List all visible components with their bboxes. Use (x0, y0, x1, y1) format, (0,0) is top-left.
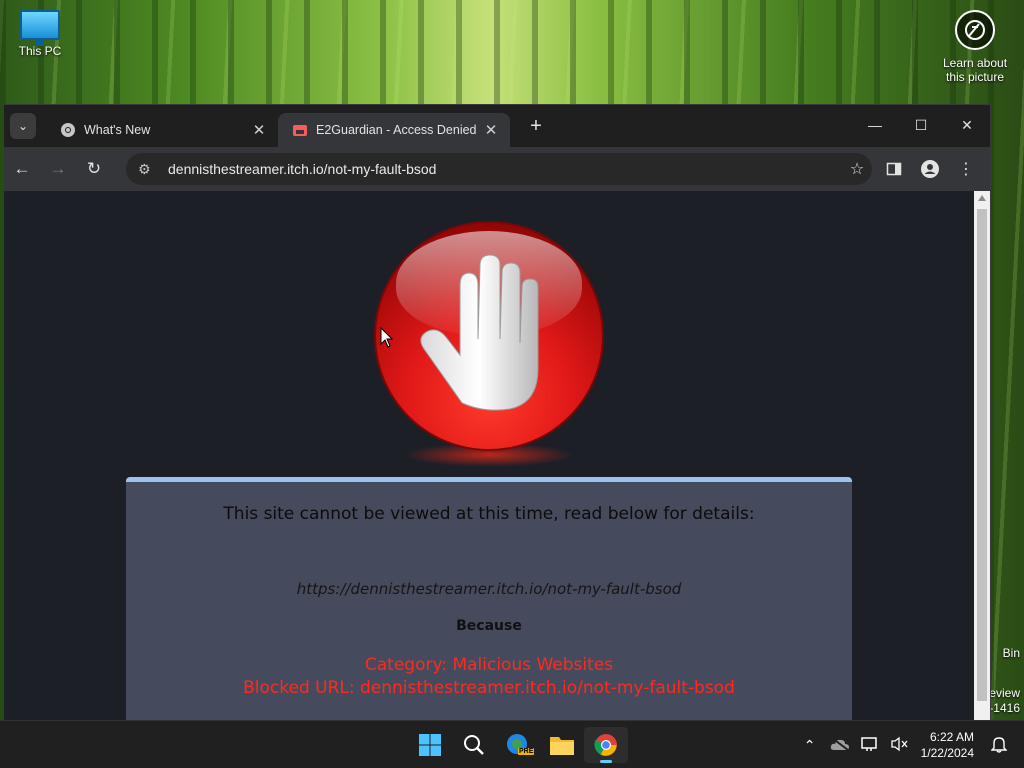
edge-beta-icon[interactable]: PRE (496, 727, 540, 763)
menu-kebab-icon[interactable]: ⋮ (948, 151, 984, 187)
learn-about-picture[interactable]: Learn about this picture (940, 10, 1010, 84)
vertical-scrollbar[interactable] (974, 191, 990, 721)
windows-start-icon[interactable] (408, 727, 452, 763)
profile-icon[interactable] (912, 151, 948, 187)
this-pc-desktop-icon[interactable]: This PC (12, 10, 68, 58)
blocked-full-url: https://dennisthestreamer.itch.io/not-my… (296, 580, 682, 598)
watermark-peek-1: eview (989, 686, 1020, 700)
chrome-icon (61, 123, 75, 137)
stop-hand-graphic (374, 223, 604, 473)
denied-heading: This site cannot be viewed at this time,… (223, 504, 755, 524)
browser-toolbar: ← → ↻ ⚙ dennisthestreamer.itch.io/not-my… (4, 147, 990, 191)
scroll-thumb[interactable] (977, 209, 987, 701)
learn-label-1: Learn about (942, 56, 1008, 70)
back-button[interactable]: ← (4, 151, 40, 187)
forward-button[interactable]: → (40, 151, 76, 187)
network-icon[interactable] (855, 736, 885, 755)
chevron-down-icon: ⌄ (17, 119, 29, 133)
tab-title: What's New (84, 123, 151, 137)
clock-time: 6:22 AM (929, 730, 974, 744)
clock-date: 1/22/2024 (920, 746, 974, 760)
denied-message-panel: This site cannot be viewed at this time,… (126, 477, 852, 721)
tab-whats-new[interactable]: What's New ✕ (46, 113, 278, 147)
bookmark-star-icon[interactable]: ☆ (842, 159, 872, 179)
watermark-peek-2: -1416 (989, 701, 1020, 715)
tab-access-denied[interactable]: E2Guardian - Access Denied ✕ (278, 113, 510, 147)
show-hidden-icons-chevron-icon[interactable]: ⌃ (795, 737, 825, 754)
category-line: Category: Malicious Websites (364, 655, 614, 675)
page-content: This site cannot be viewed at this time,… (4, 191, 974, 721)
browser-window: ⌄ What's New ✕ E2Guardian - Access Denie… (3, 104, 991, 721)
clock[interactable]: 6:22 AM 1/22/2024 (921, 729, 974, 761)
scroll-up-arrow-icon[interactable] (978, 195, 986, 201)
tab-strip: ⌄ What's New ✕ E2Guardian - Access Denie… (4, 105, 990, 147)
notification-bell-icon[interactable] (984, 735, 1014, 756)
side-panel-icon[interactable] (876, 151, 912, 187)
file-explorer-icon[interactable] (540, 727, 584, 763)
because-label: Because (456, 618, 522, 634)
close-tab-icon[interactable]: ✕ (250, 121, 268, 139)
edge-badge: PRE (518, 748, 535, 755)
new-tab-button[interactable]: + (524, 115, 548, 138)
tab-title: E2Guardian - Access Denied (316, 123, 477, 137)
hand-icon (420, 254, 539, 411)
minimize-button[interactable]: — (852, 105, 898, 145)
recycle-bin-peek: Bin (1002, 646, 1020, 660)
onedrive-icon[interactable] (825, 736, 855, 754)
itchio-icon (293, 125, 307, 136)
blocked-url-line: Blocked URL: dennisthestreamer.itch.io/n… (243, 678, 735, 698)
volume-muted-icon[interactable] (885, 736, 915, 755)
monitor-icon (20, 10, 60, 46)
tab-search-button[interactable]: ⌄ (10, 113, 36, 139)
address-bar[interactable]: ⚙ dennisthestreamer.itch.io/not-my-fault… (126, 153, 872, 185)
close-window-button[interactable]: ✕ (944, 105, 990, 145)
close-tab-icon[interactable]: ✕ (482, 121, 500, 139)
maximize-button[interactable]: ☐ (898, 105, 944, 145)
taskbar: PRE ⌃ 6:22 AM 1/22/2024 (0, 720, 1024, 768)
camera-circle-icon (955, 10, 995, 50)
chrome-taskbar-icon[interactable] (584, 727, 628, 763)
taskbar-apps: PRE (408, 727, 628, 763)
learn-label-2: this picture (945, 70, 1005, 84)
search-icon[interactable] (452, 727, 496, 763)
system-tray: ⌃ 6:22 AM 1/22/2024 (795, 721, 1014, 768)
mouse-cursor-icon (380, 327, 394, 348)
reload-button[interactable]: ↻ (76, 151, 112, 187)
this-pc-label: This PC (18, 44, 62, 58)
window-controls: — ☐ ✕ (852, 105, 990, 145)
toolbar-right: ⋮ (876, 151, 984, 187)
site-info-icon[interactable]: ⚙ (138, 161, 156, 178)
address-url: dennisthestreamer.itch.io/not-my-fault-b… (168, 161, 437, 177)
